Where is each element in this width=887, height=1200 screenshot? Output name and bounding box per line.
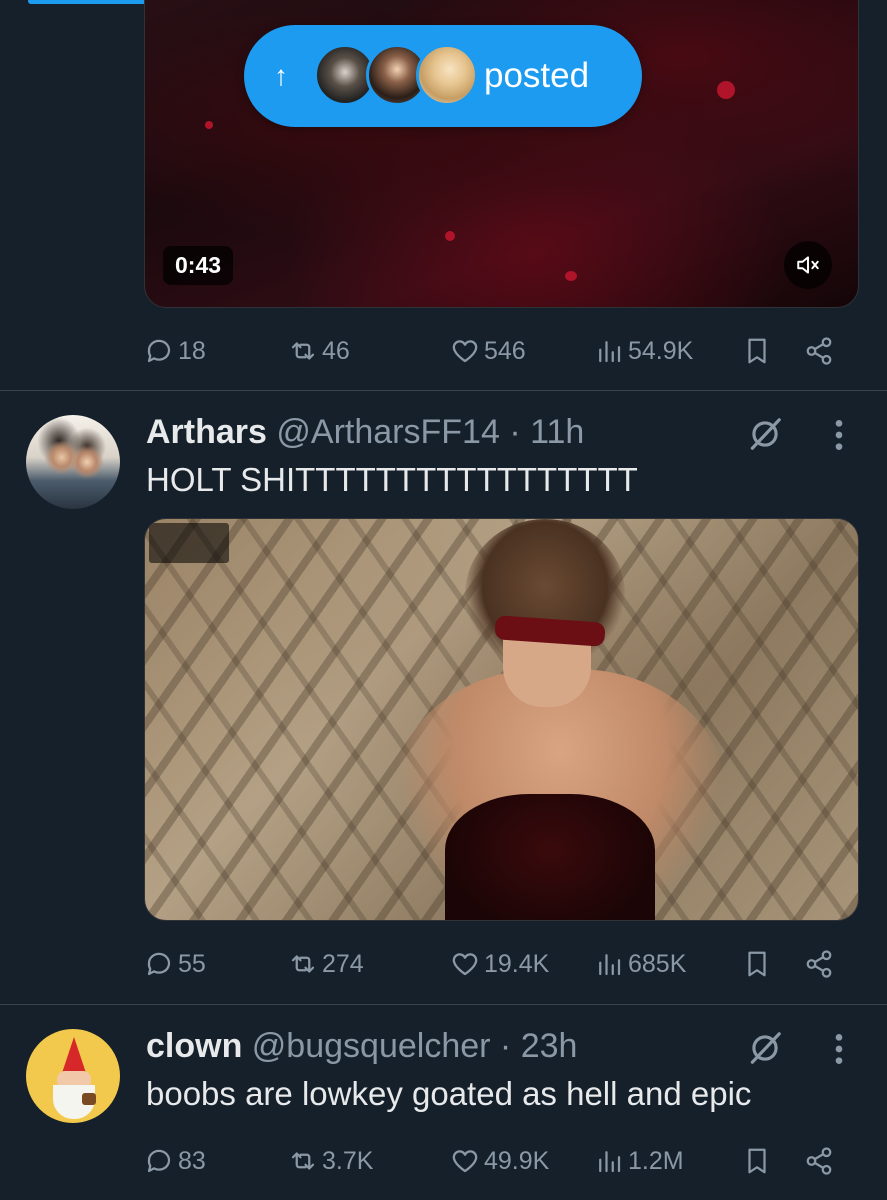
repost-count: 274 xyxy=(322,949,364,978)
view-count: 1.2M xyxy=(628,1146,684,1175)
display-name[interactable]: Arthars xyxy=(146,413,267,451)
timestamp[interactable]: 23h xyxy=(521,1027,578,1065)
view-count: 54.9K xyxy=(628,336,694,365)
reply-count: 55 xyxy=(178,949,206,978)
video-duration: 0:43 xyxy=(163,246,234,285)
views-icon xyxy=(599,341,621,363)
reply-count: 83 xyxy=(178,1146,206,1175)
video-frame-detail xyxy=(565,271,577,281)
reply-icon xyxy=(147,339,171,363)
heart-icon xyxy=(452,953,478,976)
avatar-detail xyxy=(62,1037,86,1073)
views-icon xyxy=(599,954,621,976)
bookmark-button[interactable] xyxy=(742,944,776,984)
tweet-image[interactable] xyxy=(144,518,859,921)
new-posts-pill[interactable]: ↑ posted xyxy=(244,25,642,127)
tweet-actions: 18 46 546 54.9K xyxy=(144,331,844,371)
views-button[interactable]: 685K xyxy=(594,944,686,984)
avatar[interactable] xyxy=(26,415,120,509)
mute-button[interactable] xyxy=(784,241,832,289)
repost-icon xyxy=(291,955,315,973)
heart-icon xyxy=(452,340,478,363)
tweet-card[interactable]: Arthars @ArtharsFF14 · 11h HOLT SHITTTTT… xyxy=(0,391,887,1005)
repost-icon xyxy=(291,1152,315,1170)
pill-avatar-stack xyxy=(314,44,478,108)
more-options-icon[interactable] xyxy=(832,415,846,455)
image-overlay-detail xyxy=(149,523,229,563)
heart-icon xyxy=(452,1150,478,1173)
share-button[interactable] xyxy=(804,1141,838,1181)
video-frame-detail xyxy=(717,81,735,99)
avatar xyxy=(416,44,478,106)
pill-label: posted xyxy=(484,56,590,95)
bookmark-button[interactable] xyxy=(742,1141,776,1181)
tweet-text: boobs are lowkey goated as hell and epic xyxy=(146,1075,752,1112)
share-button[interactable] xyxy=(804,331,838,371)
reply-icon xyxy=(147,1149,171,1173)
like-button[interactable]: 546 xyxy=(450,331,526,371)
video-frame-detail xyxy=(205,121,213,129)
repost-count: 46 xyxy=(322,336,350,365)
mute-icon xyxy=(797,256,819,274)
like-button[interactable]: 49.9K xyxy=(450,1141,549,1181)
image-figure-detail xyxy=(503,637,591,707)
views-button[interactable]: 1.2M xyxy=(594,1141,684,1181)
user-handle[interactable]: @ArtharsFF14 xyxy=(276,413,499,451)
display-name[interactable]: clown xyxy=(146,1027,242,1065)
reply-button[interactable]: 55 xyxy=(144,944,206,984)
reply-count: 18 xyxy=(178,336,206,365)
reply-button[interactable]: 18 xyxy=(144,331,206,371)
share-button[interactable] xyxy=(804,944,838,984)
image-figure-detail xyxy=(445,794,655,920)
grok-icon[interactable] xyxy=(746,415,784,453)
tweet-text: HOLT SHITTTTTTTTTTTTTTTTT xyxy=(146,461,638,498)
tweet-header: Arthars @ArtharsFF14 · 11h xyxy=(146,413,584,452)
repost-button[interactable]: 3.7K xyxy=(288,1141,373,1181)
grok-icon[interactable] xyxy=(746,1029,784,1067)
like-count: 49.9K xyxy=(484,1146,550,1175)
separator: · xyxy=(509,413,521,451)
timestamp[interactable]: 11h xyxy=(530,413,584,451)
bookmark-button[interactable] xyxy=(742,331,776,371)
like-count: 19.4K xyxy=(484,949,550,978)
separator: · xyxy=(499,1027,512,1065)
tweet-card[interactable]: clown @bugsquelcher · 23h boobs are lowk… xyxy=(0,1005,887,1200)
repost-button[interactable]: 46 xyxy=(288,331,350,371)
repost-count: 3.7K xyxy=(322,1146,374,1175)
bookmark-icon xyxy=(748,338,766,364)
tweet-header: clown @bugsquelcher · 23h xyxy=(146,1027,577,1066)
views-icon xyxy=(599,1151,621,1173)
share-icon xyxy=(806,337,832,365)
share-icon xyxy=(806,1147,832,1175)
like-count: 546 xyxy=(484,336,526,365)
bookmark-icon xyxy=(748,951,766,977)
arrow-up-icon: ↑ xyxy=(274,60,288,91)
reply-icon xyxy=(147,952,171,976)
share-icon xyxy=(806,950,832,978)
repost-icon xyxy=(291,342,315,360)
more-options-icon[interactable] xyxy=(832,1029,846,1069)
user-handle[interactable]: @bugsquelcher xyxy=(252,1027,491,1065)
avatar[interactable] xyxy=(26,1029,120,1123)
view-count: 685K xyxy=(628,949,687,978)
repost-button[interactable]: 274 xyxy=(288,944,364,984)
like-button[interactable]: 19.4K xyxy=(450,944,549,984)
bookmark-icon xyxy=(748,1148,766,1174)
reply-button[interactable]: 83 xyxy=(144,1141,206,1181)
tweet-actions: 55 274 19.4K 685K xyxy=(144,944,844,984)
video-frame-detail xyxy=(445,231,455,241)
avatar-detail xyxy=(82,1093,96,1105)
tweet-actions: 83 3.7K 49.9K 1.2M xyxy=(144,1141,844,1181)
views-button[interactable]: 54.9K xyxy=(594,331,693,371)
